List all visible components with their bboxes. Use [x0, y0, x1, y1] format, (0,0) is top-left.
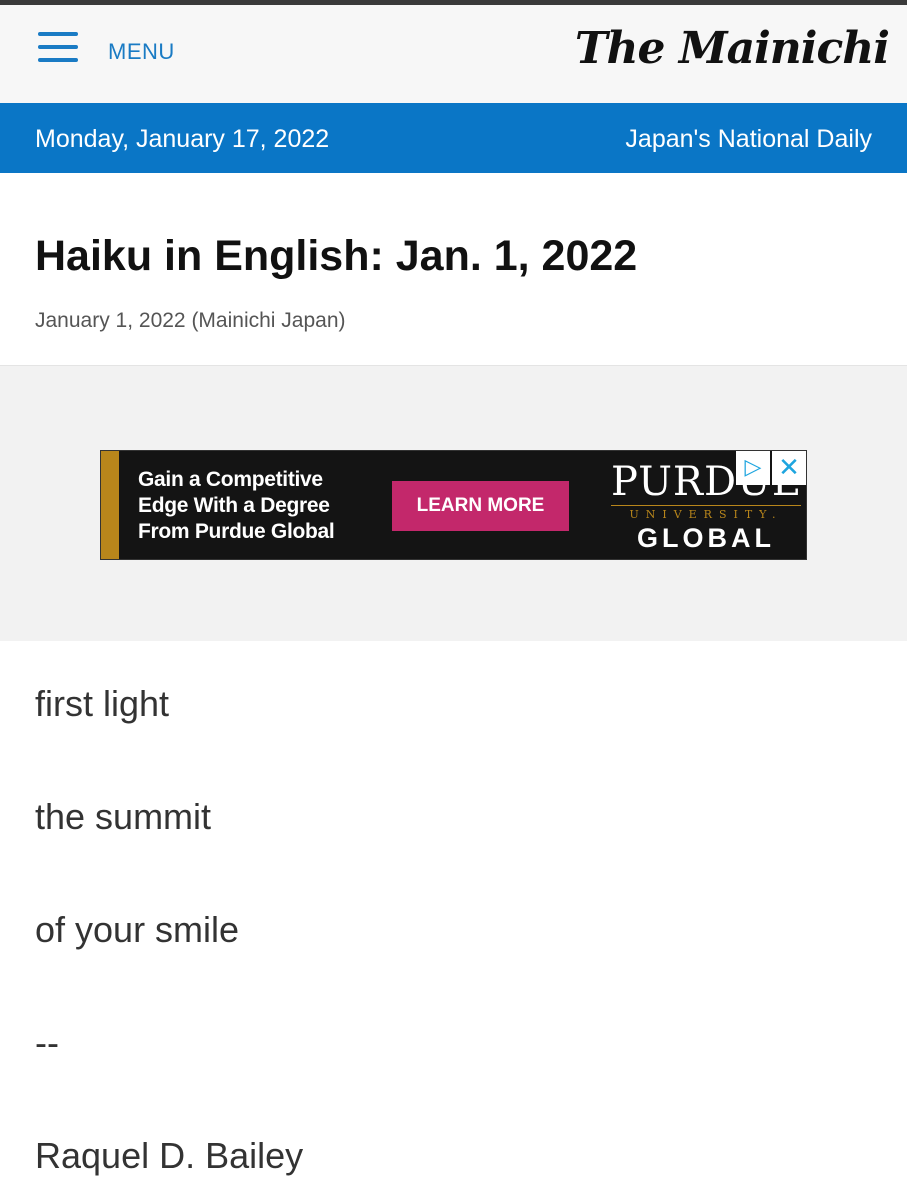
haiku-line-3: of your smile: [35, 909, 240, 950]
menu-label[interactable]: MENU: [108, 39, 175, 65]
ad-container: Gain a Competitive Edge With a Degree Fr…: [0, 365, 907, 641]
ad-logo-global: GLOBAL: [637, 523, 775, 553]
ad-copy[interactable]: Gain a Competitive Edge With a Degree Fr…: [138, 467, 378, 545]
learn-more-button[interactable]: LEARN MORE: [392, 481, 569, 531]
separator: --: [35, 1022, 59, 1063]
obscured-overlay: [318, 1128, 778, 1200]
hamburger-icon[interactable]: [38, 30, 78, 64]
haiku-line-1: first light: [35, 683, 170, 724]
site-logo[interactable]: The Mainichi: [575, 23, 890, 74]
author-name: Raquel D. Bailey: [35, 1135, 304, 1176]
adchoices-icon[interactable]: ▷: [736, 451, 770, 485]
ad-stripe: [101, 451, 119, 559]
article-byline: January 1, 2022 (Mainichi Japan): [35, 309, 346, 332]
menu-button[interactable]: MENU: [38, 29, 175, 65]
haiku-line-2: the summit: [35, 796, 212, 837]
close-icon[interactable]: ✕: [772, 451, 806, 485]
article-title: Haiku in English: Jan. 1, 2022: [35, 232, 638, 280]
site-tagline: Japan's National Daily: [625, 125, 872, 153]
ad-logo-subtitle: UNIVERSITY.: [611, 505, 801, 521]
site-header: MENU The Mainichi: [0, 5, 907, 103]
current-date: Monday, January 17, 2022: [35, 125, 330, 153]
ad-banner[interactable]: Gain a Competitive Edge With a Degree Fr…: [100, 450, 807, 560]
date-bar: Monday, January 17, 2022 Japan's Nationa…: [0, 103, 907, 173]
